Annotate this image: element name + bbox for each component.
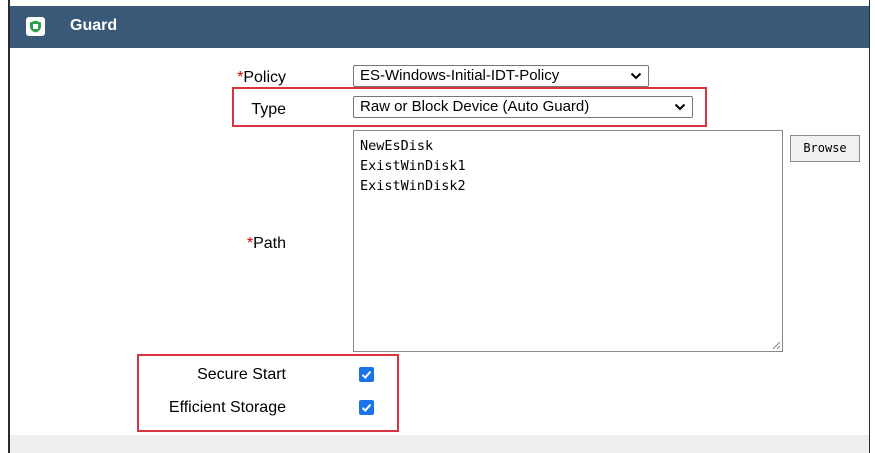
efficient-storage-label: Efficient Storage — [168, 399, 286, 416]
panel-title: Guard — [70, 17, 118, 34]
path-label: *Path — [246, 235, 286, 252]
efficient-storage-checkbox[interactable] — [359, 400, 374, 415]
chevron-down-icon — [674, 103, 686, 111]
policy-select[interactable]: ES-Windows-Initial-IDT-Policy — [353, 65, 649, 87]
policy-select-value: ES-Windows-Initial-IDT-Policy — [360, 67, 560, 84]
path-textarea[interactable]: NewEsDisk ExistWinDisk1 ExistWinDisk2 — [353, 130, 783, 352]
type-select[interactable]: Raw or Block Device (Auto Guard) — [353, 96, 693, 118]
type-select-value: Raw or Block Device (Auto Guard) — [360, 98, 590, 115]
check-icon — [361, 403, 372, 412]
panel-header — [10, 6, 869, 48]
chevron-down-icon — [630, 72, 642, 80]
secure-start-label: Secure Start — [197, 366, 286, 383]
panel-footer — [10, 435, 869, 453]
type-label: Type — [251, 101, 286, 118]
secure-start-checkbox[interactable] — [359, 367, 374, 382]
check-icon — [361, 370, 372, 379]
shield-icon — [26, 17, 45, 36]
policy-label: *Policy — [237, 69, 286, 86]
browse-button[interactable]: Browse — [790, 135, 860, 162]
resize-handle-icon[interactable] — [769, 338, 781, 350]
